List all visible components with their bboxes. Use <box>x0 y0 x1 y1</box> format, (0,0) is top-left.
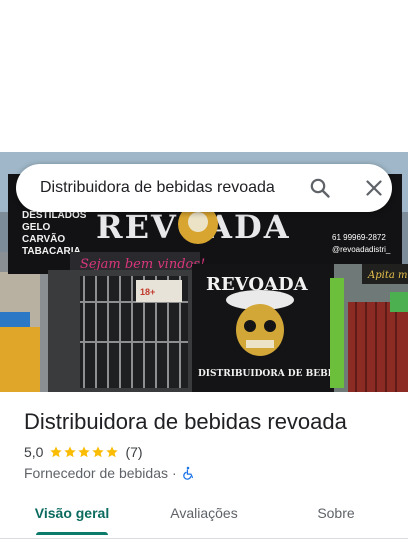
star-rating <box>49 445 119 459</box>
place-title: Distribuidora de bebidas revoada <box>24 409 347 434</box>
sign-instagram: @revoadadistri_ <box>332 245 391 254</box>
sign-item-2: CARVÃO <box>22 232 65 245</box>
close-icon[interactable] <box>362 176 386 200</box>
top-blank-area <box>0 0 408 152</box>
active-tab-indicator <box>36 532 108 535</box>
star-icon <box>106 446 119 458</box>
wheelchair-icon <box>182 466 193 480</box>
place-category: Fornecedor de bebidas <box>24 465 168 481</box>
sign-phone: 61 99969-2872 <box>332 233 386 242</box>
rating-row[interactable]: 5,0 (7) <box>24 443 143 461</box>
review-count[interactable]: (7) <box>125 444 142 460</box>
mural-logo-bottom: DISTRIBUIDORA DE BEBIDAS <box>198 369 353 379</box>
star-icon <box>64 446 77 458</box>
search-icon[interactable] <box>308 176 332 200</box>
tab-overview[interactable]: Visão geral <box>24 498 120 534</box>
separator-dot: · <box>172 465 177 481</box>
tab-reviews[interactable]: Avaliações <box>156 498 252 534</box>
rating-value: 5,0 <box>24 444 44 460</box>
star-icon <box>92 446 105 458</box>
star-icon <box>78 446 91 458</box>
sign-sticker: 18+ <box>140 287 155 297</box>
star-icon <box>50 446 63 458</box>
sign-item-1: GELO <box>22 222 51 233</box>
tab-bar: Visão geral Avaliações Sobre <box>0 498 408 538</box>
sign-banner: Sejam bem vindos! <box>80 257 205 272</box>
search-bar[interactable]: Distribuidora de bebidas revoada <box>16 164 392 212</box>
side-sign: Apita m <box>367 270 407 281</box>
tabs-divider <box>0 538 408 539</box>
category-row: Fornecedor de bebidas · <box>24 464 195 482</box>
tab-about[interactable]: Sobre <box>296 498 376 534</box>
search-input[interactable]: Distribuidora de bebidas revoada <box>40 164 275 212</box>
